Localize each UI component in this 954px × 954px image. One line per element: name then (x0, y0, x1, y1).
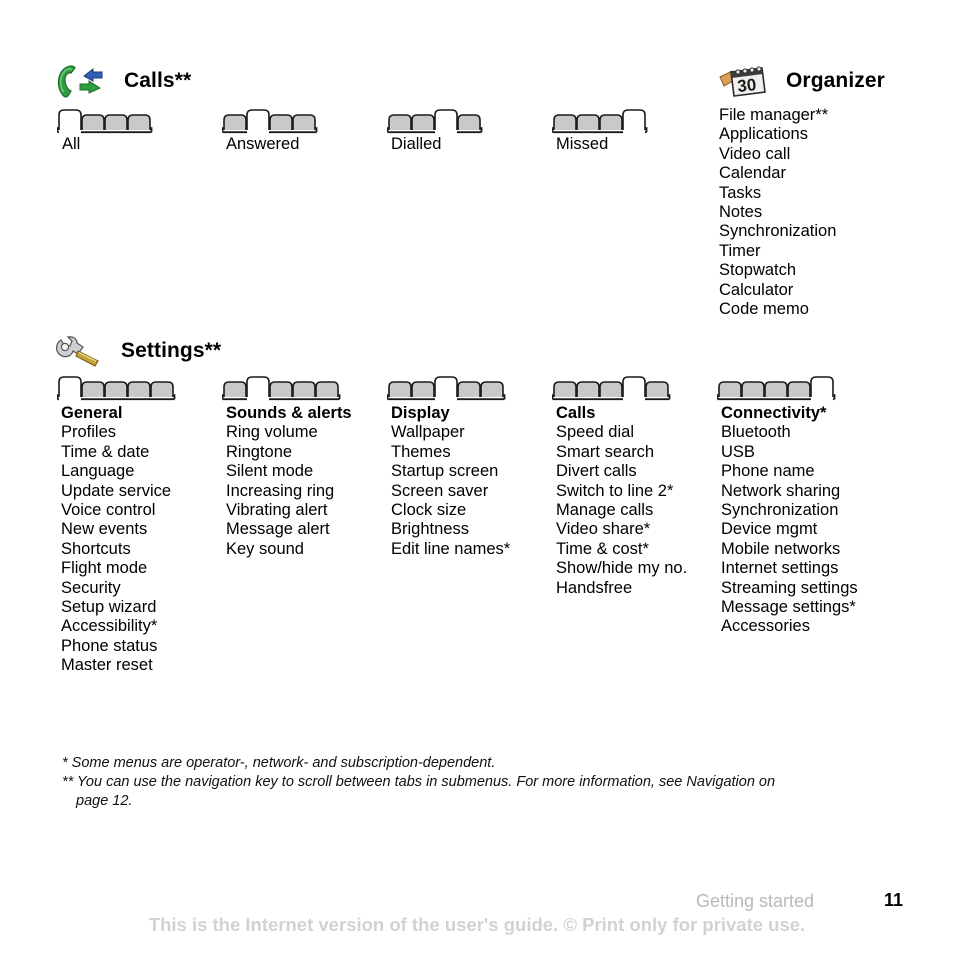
footer-page-number: 11 (884, 890, 904, 910)
section-header-settings: Settings** (53, 331, 221, 371)
menu-item: Stopwatch (719, 261, 797, 280)
menu-item: Synchronization (719, 222, 837, 241)
menu-item: Network sharing (721, 481, 841, 500)
tab-caption-missed: Missed (556, 135, 609, 153)
menu-item: Wallpaper (391, 423, 465, 442)
menu-item: Clock size (391, 501, 467, 520)
menu-item: Startup screen (391, 462, 499, 481)
menu-item: Mobile networks (721, 539, 841, 558)
tab-widget-calls[interactable] (552, 375, 674, 403)
organizer-icon: 30 (718, 61, 770, 101)
menu-item: Ring volume (226, 423, 318, 442)
tab-caption-answered: Answered (226, 135, 300, 153)
menu-item: Tasks (719, 183, 762, 202)
menu-item: Switch to line 2* (556, 481, 674, 500)
menu-item: Ringtone (226, 442, 293, 461)
menu-item: Applications (719, 125, 808, 144)
menu-item: Divert calls (556, 462, 637, 481)
section-header-organizer: 30 Organizer (718, 61, 885, 101)
menu-item: Key sound (226, 539, 304, 558)
tab-caption-dialled: Dialled (391, 135, 442, 153)
menu-item: Profiles (61, 423, 117, 442)
menu-item: File manager** (719, 106, 829, 124)
menu-item: Video call (719, 144, 791, 163)
settings-column-calls: Calls Speed dial Smart search Divert calls S… (556, 404, 687, 598)
menu-item: New events (61, 520, 148, 539)
menu-item: Silent mode (226, 462, 314, 481)
tab-widget-dialled[interactable] (387, 108, 486, 136)
menu-item: Synchronization (721, 501, 839, 520)
calls-icon (56, 61, 108, 101)
menu-item: Screen saver (391, 481, 489, 500)
tab-widget-all[interactable] (57, 108, 156, 136)
menu-item: Master reset (61, 656, 153, 675)
footnote-double-star-cont: page 12. (76, 793, 133, 809)
menu-item: Calendar (719, 164, 786, 183)
section-title-settings: Settings** (121, 339, 222, 362)
section-title-calls: Calls** (124, 69, 192, 92)
menu-item: Accessories (721, 617, 810, 636)
menu-column-heading: Connectivity* (721, 404, 827, 422)
footnote-single-star: * Some menus are operator-, network- and… (62, 755, 496, 771)
footer-chapter-label: Getting started (696, 891, 815, 911)
organizer-menu-list: File manager** Applications Video call Cale… (719, 106, 836, 319)
tab-caption-all: All (62, 135, 81, 153)
menu-item: Brightness (391, 520, 469, 539)
menu-item: Calculator (719, 280, 794, 299)
menu-item: Smart search (556, 442, 655, 461)
menu-item: Accessibility* (61, 617, 158, 636)
tab-widget-missed[interactable] (552, 108, 651, 136)
tab-widget-general[interactable] (57, 375, 179, 403)
tab-widget-display[interactable] (387, 375, 509, 403)
menu-item: Code memo (719, 300, 809, 319)
settings-icon (53, 331, 105, 371)
menu-item: Time & cost* (556, 539, 649, 558)
menu-item: Handsfree (556, 578, 633, 597)
menu-item: USB (721, 442, 755, 461)
menu-item: Update service (61, 481, 172, 500)
menu-item: Device mgmt (721, 520, 818, 539)
section-title-organizer: Organizer (786, 69, 885, 92)
menu-item: Edit line names* (391, 539, 511, 558)
menu-item: Flight mode (61, 559, 148, 578)
menu-item: Voice control (61, 501, 156, 520)
menu-item: Message alert (226, 520, 330, 539)
menu-item: Notes (719, 203, 763, 222)
menu-item: Setup wizard (61, 598, 157, 617)
settings-column-general: General Profiles Time & date Language Update… (61, 404, 171, 676)
menu-item: Time & date (61, 442, 150, 461)
svg-text:30: 30 (736, 75, 757, 96)
menu-item: Phone status (61, 636, 158, 655)
menu-item: Language (61, 462, 135, 481)
section-header-calls: Calls** (56, 61, 191, 101)
menu-column-heading: Sounds & alerts (226, 404, 352, 422)
settings-column-connectivity: Connectivity* Bluetooth USB Phone name Netwo… (721, 404, 858, 637)
menu-item: Security (61, 578, 121, 597)
menu-item: Video share* (556, 520, 651, 539)
footer-internet-version-notice: This is the Internet version of the user… (148, 914, 806, 935)
footnote-double-star: ** You can use the navigation key to scr… (62, 774, 776, 790)
menu-item: Themes (391, 442, 451, 461)
menu-item: Timer (719, 241, 761, 260)
tab-widget-connectivity[interactable] (717, 375, 839, 403)
menu-column-heading: Calls (556, 404, 596, 422)
tab-widget-sounds-alerts[interactable] (222, 375, 344, 403)
menu-item: Manage calls (556, 501, 654, 520)
menu-item: Vibrating alert (226, 501, 328, 520)
footnotes: * Some menus are operator-, network- and… (62, 754, 775, 811)
menu-item: Increasing ring (226, 481, 335, 500)
menu-item: Internet settings (721, 559, 839, 578)
menu-item: Shortcuts (61, 539, 131, 558)
menu-item: Streaming settings (721, 578, 858, 597)
tab-widget-answered[interactable] (222, 108, 321, 136)
menu-item: Speed dial (556, 423, 634, 442)
menu-column-heading: Display (391, 404, 450, 422)
settings-column-sounds-alerts: Sounds & alerts Ring volume Ringtone Silent… (226, 404, 352, 559)
menu-item: Bluetooth (721, 423, 791, 442)
menu-item: Message settings* (721, 598, 856, 617)
menu-item: Phone name (721, 462, 815, 481)
menu-item: Show/hide my no. (556, 559, 688, 578)
menu-column-heading: General (61, 404, 123, 422)
settings-column-display: Display Wallpaper Themes Startup screen Scre… (391, 404, 510, 559)
